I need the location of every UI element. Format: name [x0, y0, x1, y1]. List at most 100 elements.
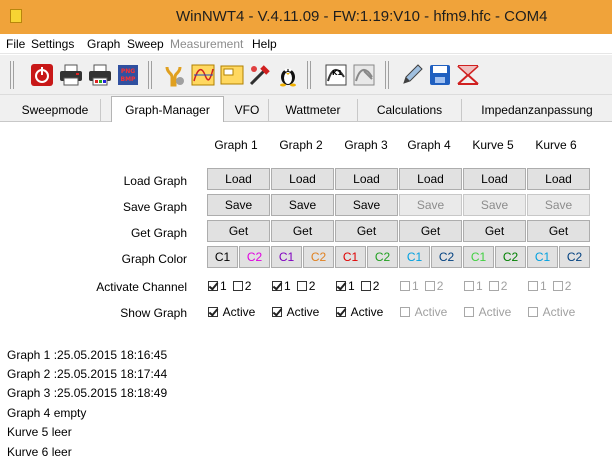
channel-1-label: 1 — [540, 279, 547, 293]
menu-graph[interactable]: Graph — [87, 37, 120, 51]
channel-1-checkbox-graph-3[interactable] — [336, 281, 346, 291]
get-button-graph-2[interactable]: Get — [271, 220, 334, 242]
menu-measurement: Measurement — [170, 37, 244, 51]
channel-checkbox-group-5: 12 — [464, 279, 507, 293]
graph-icon[interactable] — [191, 63, 215, 87]
channel-1-checkbox-graph-5 — [464, 281, 474, 291]
color-button-c1-graph-6[interactable]: C1 — [527, 246, 558, 268]
channel-2-checkbox-graph-2[interactable] — [296, 281, 307, 291]
menu-bar: File Settings Graph Sweep Measurement He… — [0, 34, 612, 54]
show-graph-checkbox-box-3[interactable] — [336, 307, 346, 317]
channel-2-checkbox-graph-5 — [488, 281, 499, 291]
load-button-kurve-5[interactable]: Load — [463, 168, 526, 190]
color-button-c1-graph-1[interactable]: C1 — [207, 246, 238, 268]
get-button-kurve-5[interactable]: Get — [463, 220, 526, 242]
app-icon[interactable] — [10, 9, 22, 23]
channel-checkbox-group-6: 12 — [528, 279, 571, 293]
channel-2-checkbox-graph-3[interactable] — [360, 281, 371, 291]
printer-pdf-icon[interactable]: PNG BMP — [116, 63, 140, 87]
k1-icon[interactable]: K1 — [324, 63, 348, 87]
menu-sweep[interactable]: Sweep — [127, 37, 164, 51]
column-header-graph-4: Graph 4 — [407, 138, 451, 152]
tab-bar: Sweepmode Graph-Manager VFO Wattmeter Ca… — [0, 95, 612, 123]
tab-wattmeter[interactable]: Wattmeter — [269, 99, 358, 122]
menu-help[interactable]: Help — [252, 37, 277, 51]
channel-1-label: 1 — [220, 279, 227, 293]
show-graph-checkbox-1: Active — [208, 305, 255, 319]
load-button-graph-1[interactable]: Load — [207, 168, 270, 190]
info-line-graph-2: Graph 2 :25.05.2015 18:17:44 — [7, 367, 168, 381]
show-graph-checkbox-box-6 — [528, 307, 538, 317]
show-graph-label: Show Graph — [120, 306, 187, 320]
printer-color-icon[interactable] — [88, 63, 112, 87]
channel-1-checkbox-graph-4 — [400, 281, 410, 291]
channel-1-checkbox-graph-2[interactable] — [272, 281, 282, 291]
tab-sweepmode[interactable]: Sweepmode — [10, 99, 101, 122]
color-pair-3: C1 C2 — [335, 246, 398, 268]
channel-2-label: 2 — [564, 279, 572, 293]
channel-1-checkbox-graph-1[interactable] — [208, 281, 218, 291]
menu-file[interactable]: File — [6, 37, 25, 51]
get-button-graph-1[interactable]: Get — [207, 220, 270, 242]
save-button-graph-4: Save — [399, 194, 462, 216]
load-button-kurve-6[interactable]: Load — [527, 168, 590, 190]
marker-icon[interactable] — [456, 63, 480, 87]
title-bar[interactable]: WinNWT4 - V.4.11.09 - FW:1.19:V10 - hfm9… — [0, 0, 612, 34]
color-button-c2-graph-6[interactable]: C2 — [559, 246, 590, 268]
calibrate-icon[interactable] — [352, 63, 376, 87]
channel-1-label: 1 — [412, 279, 419, 293]
color-button-c2-graph-5[interactable]: C2 — [495, 246, 526, 268]
toolbar-separator — [10, 61, 14, 89]
color-button-c2-graph-2[interactable]: C2 — [303, 246, 334, 268]
column-header-graph-3: Graph 3 — [344, 138, 388, 152]
probe-icon[interactable] — [248, 63, 272, 87]
get-button-graph-3[interactable]: Get — [335, 220, 398, 242]
info-line-graph-3: Graph 3 :25.05.2015 18:18:49 — [7, 386, 168, 400]
show-graph-checkbox-2: Active — [272, 305, 319, 319]
channel-checkbox-group-1: 12 — [208, 279, 251, 293]
channel-checkbox-group-3: 12 — [336, 279, 379, 293]
save-button-graph-1[interactable]: Save — [207, 194, 270, 216]
save-icon[interactable] — [428, 63, 452, 87]
color-button-c2-graph-4[interactable]: C2 — [431, 246, 462, 268]
k1-label: K1 — [332, 69, 342, 77]
color-button-c1-graph-4[interactable]: C1 — [399, 246, 430, 268]
color-button-c1-graph-3[interactable]: C1 — [335, 246, 366, 268]
tab-impedanzanpassung[interactable]: Impedanzanpassung — [462, 99, 612, 122]
load-button-graph-3[interactable]: Load — [335, 168, 398, 190]
config-icon[interactable] — [162, 63, 186, 87]
color-button-c2-graph-3[interactable]: C2 — [367, 246, 398, 268]
column-header-kurve-5: Kurve 5 — [472, 138, 514, 152]
color-button-c1-graph-2[interactable]: C1 — [271, 246, 302, 268]
channel-2-checkbox-graph-1[interactable] — [232, 281, 243, 291]
load-button-graph-4[interactable]: Load — [399, 168, 462, 190]
color-button-c1-graph-5[interactable]: C1 — [463, 246, 494, 268]
get-button-kurve-6[interactable]: Get — [527, 220, 590, 242]
show-graph-checkbox-box-2[interactable] — [272, 307, 282, 317]
show-graph-checkbox-box-1[interactable] — [208, 307, 218, 317]
show-graph-checkbox-box-5 — [464, 307, 474, 317]
color-pair-6: C1 C2 — [527, 246, 590, 268]
load-button-graph-2[interactable]: Load — [271, 168, 334, 190]
get-graph-label: Get Graph — [130, 226, 187, 240]
menu-settings[interactable]: Settings — [31, 37, 74, 51]
active-label: Active — [412, 305, 448, 319]
color-button-c2-graph-1[interactable]: C2 — [239, 246, 270, 268]
show-graph-checkbox-box-4 — [400, 307, 410, 317]
get-button-graph-4[interactable]: Get — [399, 220, 462, 242]
channel-2-label: 2 — [372, 279, 380, 293]
pen-icon[interactable] — [400, 63, 424, 87]
memo-icon[interactable] — [220, 63, 244, 87]
save-button-graph-2[interactable]: Save — [271, 194, 334, 216]
tab-graph-manager[interactable]: Graph-Manager — [111, 96, 224, 123]
save-button-kurve-6: Save — [527, 194, 590, 216]
tab-vfo[interactable]: VFO — [226, 99, 269, 122]
active-label: Active — [348, 305, 384, 319]
power-icon[interactable] — [30, 63, 54, 87]
save-button-kurve-5: Save — [463, 194, 526, 216]
printer-icon[interactable] — [59, 63, 83, 87]
save-button-graph-3[interactable]: Save — [335, 194, 398, 216]
linux-icon[interactable] — [276, 63, 300, 87]
png-label: PNG — [121, 68, 135, 75]
tab-calculations[interactable]: Calculations — [358, 99, 462, 122]
